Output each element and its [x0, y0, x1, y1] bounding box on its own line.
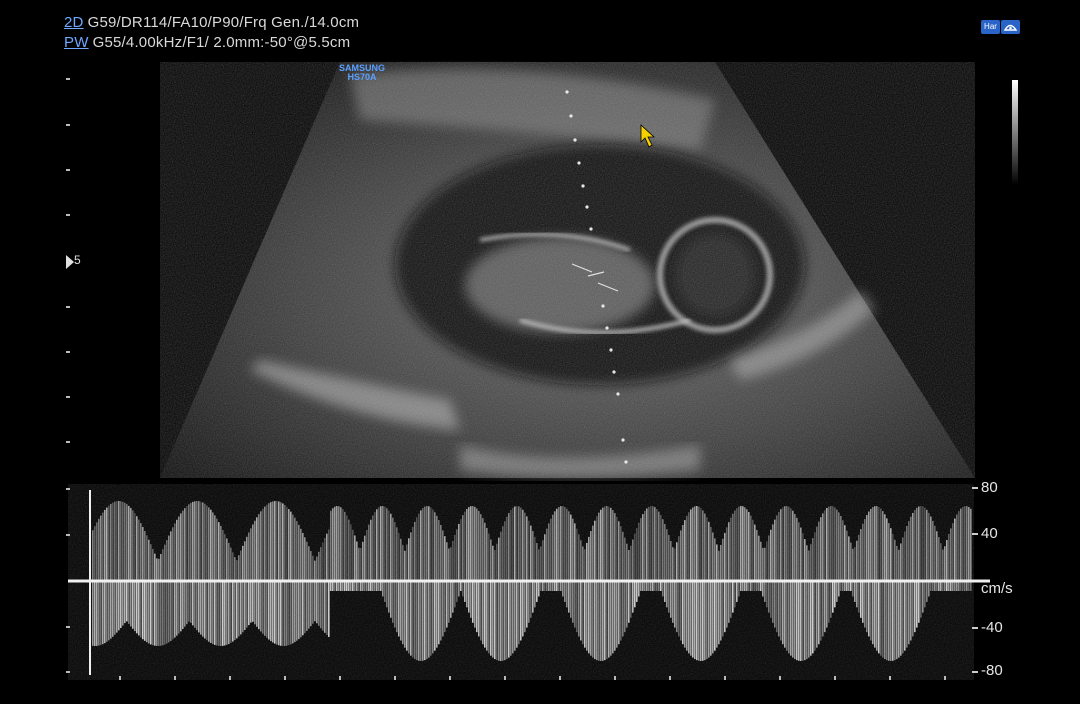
scale-minus40: -40	[981, 619, 1003, 636]
harmonic-icon[interactable]: Har	[981, 20, 1000, 34]
scale-unit: cm/s	[981, 580, 1013, 597]
brand-logo: SAMSUNG HS70A	[335, 64, 389, 82]
focus-marker-icon	[66, 255, 74, 269]
scale-40: 40	[981, 525, 998, 542]
probe-icon[interactable]	[1001, 20, 1020, 34]
params-2d: G59/DR114/FA10/P90/Frq Gen./14.0cm	[88, 14, 360, 31]
scale-minus80: -80	[981, 662, 1003, 679]
grayscale-bar	[1012, 80, 1018, 185]
doppler-spectrum	[66, 484, 990, 680]
focus-marker-label: 5	[74, 253, 81, 267]
params-pw: G55/4.00kHz/F1/ 2.0mm:-50°@5.5cm	[93, 34, 351, 51]
bmode-image	[160, 62, 975, 478]
imaging-params-2d: 2D G59/DR114/FA10/P90/Frq Gen./14.0cm	[64, 14, 359, 31]
scale-80: 80	[981, 479, 998, 496]
mode-pw-label[interactable]: PW	[64, 34, 89, 51]
mode-2d-label[interactable]: 2D	[64, 14, 84, 31]
ultrasound-canvas	[0, 0, 1080, 704]
brand-line2: HS70A	[335, 73, 389, 82]
imaging-params-pw: PW G55/4.00kHz/F1/ 2.0mm:-50°@5.5cm	[64, 34, 350, 51]
